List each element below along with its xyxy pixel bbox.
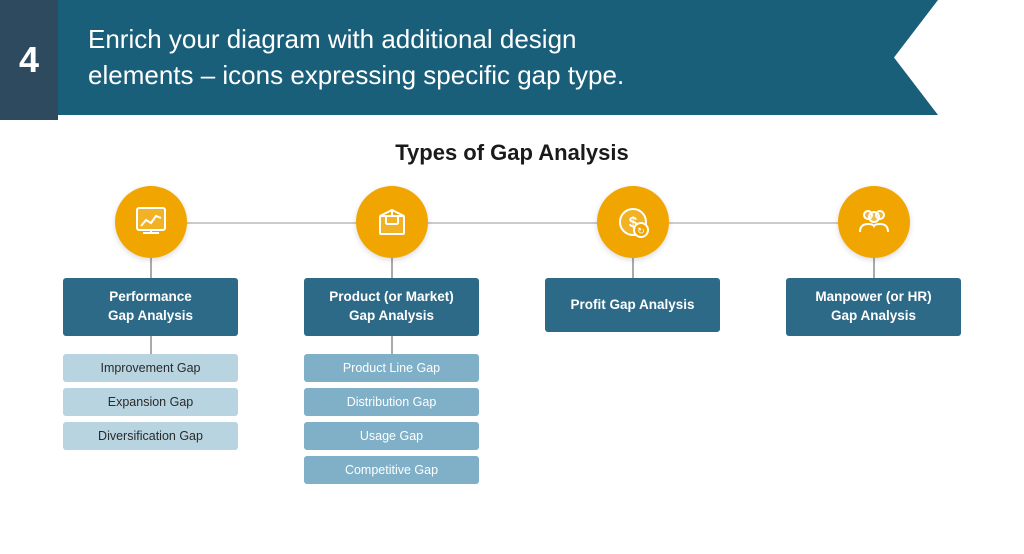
column-profit: $ ↻ Profit Gap Analysis (523, 186, 743, 332)
column-performance: PerformanceGap Analysis Improvement Gap … (41, 186, 261, 450)
column-manpower: Manpower (or HR)Gap Analysis (764, 186, 984, 336)
step-badge: 4 (0, 0, 58, 120)
product-sub-items: Product Line Gap Distribution Gap Usage … (304, 354, 479, 484)
profit-label: Profit Gap Analysis (545, 278, 720, 332)
list-item: Product Line Gap (304, 354, 479, 382)
svg-text:↻: ↻ (637, 226, 645, 236)
list-item: Distribution Gap (304, 388, 479, 416)
list-item: Expansion Gap (63, 388, 238, 416)
coin-icon: $ ↻ (597, 186, 669, 258)
diagram: PerformanceGap Analysis Improvement Gap … (30, 186, 994, 484)
banner-text: Enrich your diagram with additional desi… (88, 22, 624, 92)
vline-product-top (391, 258, 393, 278)
vline-product-bottom (391, 336, 393, 354)
vline-profit-top (632, 258, 634, 278)
main-content: Types of Gap Analysis PerformanceGap Ana… (0, 130, 1024, 554)
vline-performance-bottom (150, 336, 152, 354)
vline-performance-top (150, 258, 152, 278)
banner: Enrich your diagram with additional desi… (58, 0, 938, 115)
box-icon (356, 186, 428, 258)
performance-label: PerformanceGap Analysis (63, 278, 238, 336)
manpower-label: Manpower (or HR)Gap Analysis (786, 278, 961, 336)
section-title: Types of Gap Analysis (30, 140, 994, 166)
vline-manpower-top (873, 258, 875, 278)
column-product: Product (or Market)Gap Analysis Product … (282, 186, 502, 484)
columns-container: PerformanceGap Analysis Improvement Gap … (30, 186, 994, 484)
product-label: Product (or Market)Gap Analysis (304, 278, 479, 336)
people-icon (838, 186, 910, 258)
list-item: Competitive Gap (304, 456, 479, 484)
list-item: Usage Gap (304, 422, 479, 450)
step-number: 4 (19, 39, 39, 81)
list-item: Diversification Gap (63, 422, 238, 450)
performance-sub-items: Improvement Gap Expansion Gap Diversific… (63, 354, 238, 450)
list-item: Improvement Gap (63, 354, 238, 382)
chart-icon (115, 186, 187, 258)
